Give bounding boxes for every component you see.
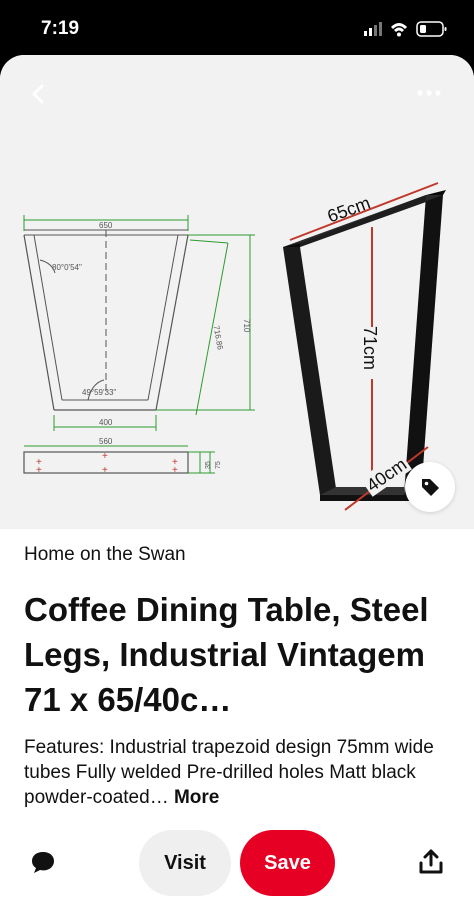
more-options-button[interactable] [412, 83, 448, 103]
drawing-bottom-dimension: 400 [99, 418, 113, 427]
svg-text:+: + [102, 465, 108, 476]
status-bar: 7:19 [0, 0, 474, 56]
pin-source[interactable]: Home on the Swan [24, 544, 186, 566]
share-button[interactable] [416, 847, 446, 877]
drawing-small-dimension-1: 35 [205, 461, 212, 469]
drawing-base-dimension: 560 [99, 437, 113, 446]
drawing-height-dimension: 710 [242, 319, 251, 333]
cellular-signal-icon [364, 21, 447, 37]
status-icons [364, 19, 454, 39]
drawing-top-angle: 80°0'54" [52, 263, 82, 272]
svg-text:+: + [102, 451, 108, 462]
comment-button[interactable] [28, 847, 58, 877]
comment-icon [32, 852, 54, 873]
pin-card: + + + + + + 650 80°0'54" 716.86 710 49°5… [0, 55, 474, 902]
photo-height-label: 71cm [360, 326, 380, 370]
svg-text:+: + [172, 465, 178, 476]
tag-icon [422, 479, 439, 496]
save-button[interactable]: Save [240, 830, 335, 896]
status-time: 7:19 [41, 18, 80, 39]
drawing-bottom-angle: 49°59'33" [82, 388, 116, 397]
svg-text:+: + [36, 465, 42, 476]
more-dots-icon [417, 90, 441, 96]
drawing-small-dimension-2: 75 [215, 461, 222, 469]
more-link[interactable]: More [174, 787, 219, 808]
pin-description-text: Features: Industrial trapezoid design 75… [24, 737, 434, 808]
pin-image[interactable]: + + + + + + 650 80°0'54" 716.86 710 49°5… [0, 55, 474, 529]
shop-tag-button[interactable] [405, 462, 455, 512]
share-icon [419, 849, 443, 874]
pin-description: Features: Industrial trapezoid design 75… [24, 735, 454, 810]
table-leg-image: + + + + + + 650 80°0'54" 716.86 710 49°5… [23, 182, 446, 511]
visit-button[interactable]: Visit [139, 830, 231, 896]
drawing-side-dimension: 716.86 [212, 325, 225, 351]
technical-drawing: + + + + + + 650 80°0'54" 716.86 710 49°5… [23, 215, 255, 476]
drawing-top-dimension: 650 [99, 221, 113, 230]
back-button[interactable] [22, 77, 56, 111]
pin-title: Coffee Dining Table, Steel Legs, Industr… [24, 591, 429, 718]
chevron-left-icon [32, 84, 44, 104]
leg-photo: 65cm 71cm 40cm [283, 182, 446, 511]
